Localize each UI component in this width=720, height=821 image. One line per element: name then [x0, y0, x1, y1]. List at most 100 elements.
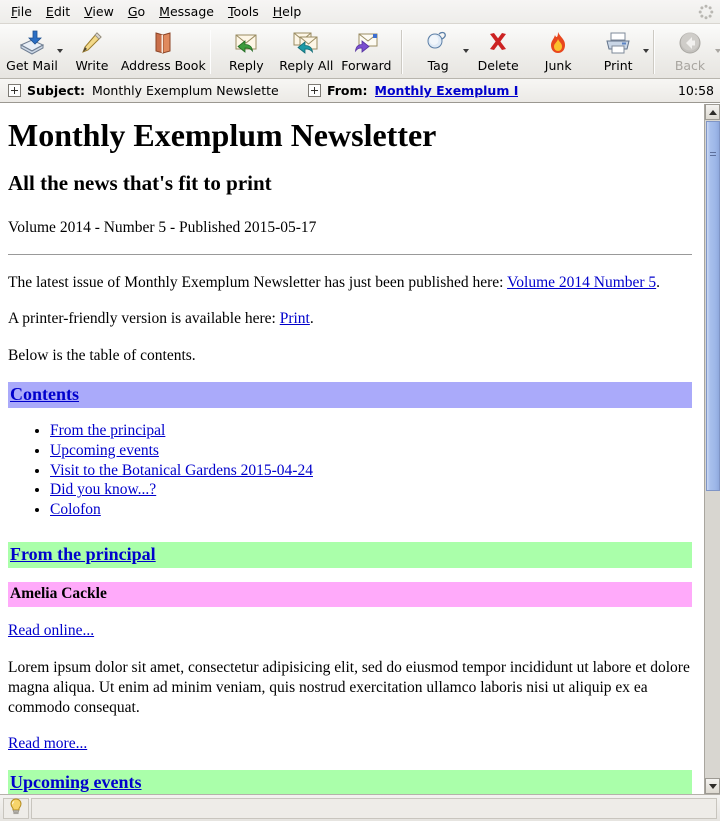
menu-help-accel: H — [272, 4, 283, 19]
author-name-principal: Amelia Cackle — [10, 585, 107, 603]
write-pencil-icon — [76, 29, 108, 57]
menu-go-accel: G — [127, 4, 138, 19]
menu-tools[interactable]: Tools — [221, 2, 266, 21]
get-mail-icon — [16, 29, 48, 57]
menu-message[interactable]: Message — [152, 2, 221, 21]
menu-edit-rest: dit — [53, 4, 71, 19]
delete-label: Delete — [477, 58, 519, 73]
newsletter-title: Monthly Exemplum Newsletter — [8, 117, 437, 153]
toc-link-from-the-principal[interactable]: From the principal — [50, 422, 165, 439]
delete-button[interactable]: Delete — [468, 27, 528, 73]
contents-heading-link[interactable]: Contents — [10, 384, 79, 404]
volume-issue-link[interactable]: Volume 2014 Number 5 — [507, 274, 656, 291]
forward-button[interactable]: Forward — [336, 27, 396, 73]
message-body-area: Monthly Exemplum Newsletter All the news… — [0, 104, 720, 794]
address-book-label: Address Book — [120, 58, 206, 73]
list-item: Colofon — [50, 501, 692, 520]
print-link[interactable]: Print — [280, 310, 310, 327]
menu-file[interactable]: File — [4, 2, 39, 21]
print-button[interactable]: Print — [588, 27, 650, 73]
latest-issue-prefix: The latest issue of Monthly Exemplum New… — [8, 274, 508, 292]
status-bar — [0, 794, 720, 821]
scroll-up-button[interactable] — [705, 104, 720, 120]
scroll-down-button[interactable] — [705, 778, 720, 794]
print-label: Print — [603, 58, 633, 73]
menu-help-rest: elp — [282, 4, 302, 19]
read-online-link-principal[interactable]: Read online... — [8, 622, 94, 639]
latest-issue-paragraph: The latest issue of Monthly Exemplum New… — [8, 273, 692, 293]
list-item: From the principal — [50, 422, 692, 441]
forward-icon — [350, 29, 382, 57]
tag-button[interactable]: Tag — [408, 27, 470, 73]
main-toolbar: Get Mail Write Address Book Reply Reply … — [0, 24, 720, 79]
list-item: Did you know...? — [50, 481, 692, 500]
toolbar-separator-3 — [653, 30, 655, 74]
print-dropdown-icon[interactable] — [643, 49, 650, 53]
newsletter-subtitle: All the news that's fit to print — [8, 171, 272, 196]
back-arrow-icon — [674, 29, 706, 57]
section-heading-band-events: Upcoming events — [8, 770, 692, 794]
toolbar-separator-1 — [209, 30, 212, 74]
scroll-up-arrow-icon — [708, 109, 717, 115]
back-dropdown-icon[interactable] — [715, 49, 720, 53]
get-mail-button[interactable]: Get Mail — [2, 27, 63, 73]
toolbar-separator-2 — [401, 30, 404, 74]
reply-button[interactable]: Reply — [216, 27, 276, 73]
scroll-down-arrow-icon — [708, 783, 717, 789]
write-label: Write — [75, 58, 109, 73]
latest-issue-suffix: . — [656, 274, 661, 292]
author-band-principal: Amelia Cackle — [8, 582, 692, 608]
junk-button[interactable]: Junk — [528, 27, 588, 73]
toc-intro-paragraph: Below is the table of contents. — [8, 346, 196, 364]
subject-value: Monthly Exemplum Newslette — [92, 83, 279, 98]
status-indicator-cell[interactable] — [3, 797, 29, 819]
address-book-button[interactable]: Address Book — [120, 27, 206, 73]
activity-throbber-icon — [698, 4, 714, 20]
back-button[interactable]: Back — [660, 27, 720, 73]
reply-all-label: Reply All — [279, 58, 334, 73]
scrollbar-grip-icon — [710, 152, 716, 158]
printer-friendly-prefix: A printer-friendly version is available … — [8, 310, 280, 328]
message-header-bar: Subject: Monthly Exemplum Newslette From… — [0, 79, 720, 103]
menu-message-accel: M — [159, 4, 170, 19]
get-mail-label: Get Mail — [6, 58, 58, 73]
menu-go[interactable]: Go — [121, 2, 152, 21]
table-of-contents-list: From the principal Upcoming events Visit… — [8, 422, 692, 521]
write-button[interactable]: Write — [62, 27, 122, 73]
toc-link-colofon[interactable]: Colofon — [50, 501, 101, 518]
newsletter-issue-line: Volume 2014 - Number 5 - Published 2015-… — [8, 219, 317, 237]
menu-bar: File Edit View Go Message Tools Help — [0, 0, 720, 24]
menu-edit-accel: E — [45, 4, 54, 19]
menu-view[interactable]: View — [77, 2, 121, 21]
vertical-scrollbar[interactable] — [704, 104, 720, 794]
from-value[interactable]: Monthly Exemplum I — [375, 83, 519, 98]
list-item: Visit to the Botanical Gardens 2015-04-2… — [50, 462, 692, 481]
toc-link-botanical-gardens[interactable]: Visit to the Botanical Gardens 2015-04-2… — [50, 462, 313, 479]
tag-label: Tag — [427, 58, 449, 73]
section-paragraph-principal: Lorem ipsum dolor sit amet, consectetur … — [8, 658, 690, 716]
read-online-paragraph-principal: Read online... — [8, 621, 692, 641]
read-more-paragraph-principal: Read more... — [8, 734, 692, 754]
newsletter-divider — [8, 254, 692, 256]
menu-message-rest: essage — [169, 4, 214, 19]
read-more-link-principal[interactable]: Read more... — [8, 735, 87, 752]
toc-link-upcoming-events[interactable]: Upcoming events — [50, 442, 159, 459]
tag-icon — [422, 29, 454, 57]
menu-edit[interactable]: Edit — [39, 2, 77, 21]
menu-tools-rest: ools — [233, 4, 259, 19]
status-message — [31, 797, 717, 819]
scrollbar-thumb[interactable] — [706, 121, 720, 491]
section-heading-principal: From the principal — [10, 544, 690, 565]
expand-from-icon[interactable] — [308, 84, 321, 97]
section-heading-link-principal[interactable]: From the principal — [10, 544, 156, 564]
toc-link-did-you-know[interactable]: Did you know...? — [50, 481, 156, 498]
menu-help[interactable]: Help — [266, 2, 309, 21]
printer-friendly-paragraph: A printer-friendly version is available … — [8, 309, 692, 329]
junk-label: Junk — [544, 58, 572, 73]
reply-all-button[interactable]: Reply All — [276, 27, 336, 73]
lightbulb-icon — [9, 798, 23, 818]
expand-subject-icon[interactable] — [8, 84, 21, 97]
section-heading-link-events[interactable]: Upcoming events — [10, 772, 142, 792]
delete-x-icon — [482, 29, 514, 57]
menu-file-rest: ile — [17, 4, 32, 19]
